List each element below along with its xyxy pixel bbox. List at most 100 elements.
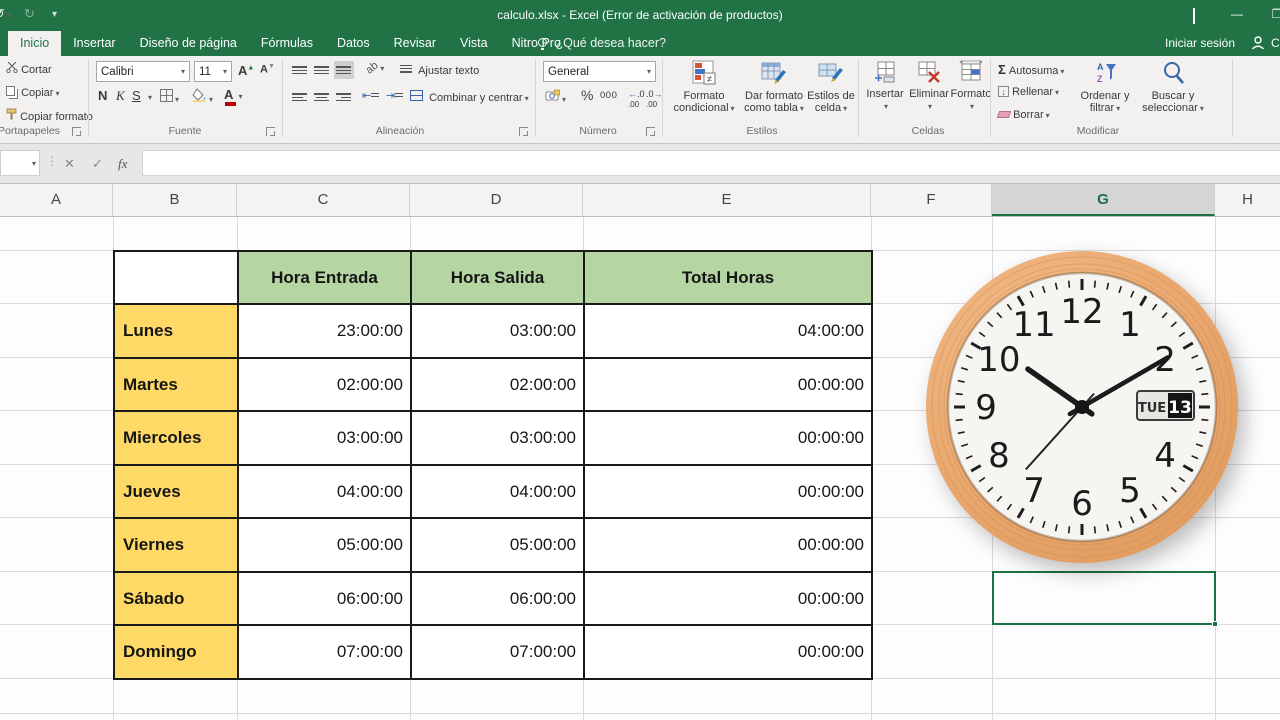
cell-hora-entrada[interactable]: 03:00:00 (239, 412, 412, 466)
align-left-button[interactable] (290, 88, 310, 106)
cell-total-horas[interactable]: 00:00:00 (585, 466, 873, 519)
format-cells-button[interactable]: Formato▾ (950, 60, 992, 113)
underline-button[interactable]: S (132, 88, 141, 103)
format-as-table-button[interactable]: Dar formato como tabla▾ (742, 60, 806, 115)
conditional-formatting-button[interactable]: ≠ Formato condicional▾ (668, 60, 740, 115)
comma-style-button[interactable]: 000 (600, 90, 617, 101)
align-middle-button[interactable] (312, 61, 332, 79)
insert-function-icon[interactable]: fx (118, 156, 127, 172)
column-header-D[interactable]: D (410, 184, 583, 216)
fill-handle[interactable] (1212, 621, 1218, 627)
cell-hora-entrada[interactable]: 23:00:00 (239, 305, 412, 359)
column-header-G[interactable]: G (992, 184, 1215, 216)
cell-total-horas[interactable]: 00:00:00 (585, 359, 873, 412)
autosum-button[interactable]: Σ Autosuma▾ (998, 62, 1064, 77)
share-button-partial[interactable]: C (1271, 36, 1280, 50)
cell-hora-salida[interactable]: 04:00:00 (412, 466, 585, 519)
cell-day[interactable]: Jueves (115, 466, 239, 519)
accounting-format-button[interactable]: ▾ (545, 89, 566, 105)
find-select-button[interactable]: Buscar y seleccionar▾ (1138, 60, 1208, 115)
cell-total-horas[interactable]: 00:00:00 (585, 573, 873, 626)
cell-total-horas[interactable]: 00:00:00 (585, 519, 873, 573)
table-header-hora-entrada[interactable]: Hora Entrada (239, 252, 412, 305)
italic-button[interactable]: K (116, 88, 125, 104)
table-corner-cell[interactable] (115, 252, 239, 305)
align-right-button[interactable] (334, 88, 354, 106)
cell-day[interactable]: Martes (115, 359, 239, 412)
number-format-select[interactable]: General▾ (543, 61, 656, 82)
percent-style-button[interactable]: % (581, 87, 593, 103)
selected-cell[interactable] (992, 571, 1216, 625)
maximize-icon[interactable]: ❐ (1268, 7, 1280, 21)
font-name-select[interactable]: Calibri▾ (96, 61, 190, 82)
cell-day[interactable]: Lunes (115, 305, 239, 359)
cell-hora-salida[interactable]: 05:00:00 (412, 519, 585, 573)
cell-hora-salida[interactable]: 03:00:00 (412, 305, 585, 359)
decrease-font-size-button[interactable]: A▼ (260, 63, 275, 76)
cell-hora-salida[interactable]: 06:00:00 (412, 573, 585, 626)
table-header-total-horas[interactable]: Total Horas (585, 252, 873, 305)
sign-in-button[interactable]: Iniciar sesión (1165, 36, 1235, 50)
account-person-icon[interactable] (1250, 35, 1266, 53)
cell-day[interactable]: Miercoles (115, 412, 239, 466)
cell-day[interactable]: Sábado (115, 573, 239, 626)
column-header-E[interactable]: E (583, 184, 871, 216)
ribbon-tab-inicio[interactable]: Inicio (8, 31, 61, 56)
fill-color-button[interactable]: ▾ (192, 88, 213, 105)
orientation-button[interactable]: ab▾ (366, 62, 384, 74)
ribbon-tab-datos[interactable]: Datos (325, 31, 382, 56)
clipboard-dialog-launcher-icon[interactable] (72, 127, 81, 136)
font-color-button[interactable]: A ▾ (224, 87, 242, 102)
increase-font-size-button[interactable]: A▲ (238, 63, 254, 78)
font-dialog-launcher-icon[interactable] (266, 127, 275, 136)
cell-hora-salida[interactable]: 07:00:00 (412, 626, 585, 680)
tell-me-search[interactable]: ¿Qué desea hacer? (538, 36, 666, 50)
ribbon-display-options-icon[interactable] (1185, 9, 1203, 23)
decrease-decimal-button[interactable]: .0→.00 (646, 89, 663, 109)
cancel-entry-icon[interactable]: ✕ (64, 156, 75, 172)
cell-hora-entrada[interactable]: 07:00:00 (239, 626, 412, 680)
cell-hora-entrada[interactable]: 05:00:00 (239, 519, 412, 573)
cell-total-horas[interactable]: 00:00:00 (585, 626, 873, 680)
cell-hora-salida[interactable]: 03:00:00 (412, 412, 585, 466)
decrease-indent-button[interactable]: ⇤ (362, 89, 379, 102)
cell-day[interactable]: Domingo (115, 626, 239, 680)
cell-styles-button[interactable]: Estilos de celda▾ (806, 60, 856, 115)
clear-button[interactable]: Borrar▾ (998, 109, 1050, 121)
ribbon-tab-vista[interactable]: Vista (448, 31, 500, 56)
column-header-A[interactable]: A (0, 184, 113, 216)
increase-decimal-button[interactable]: ←.0.00 (628, 89, 645, 109)
number-dialog-launcher-icon[interactable] (646, 127, 655, 136)
increase-indent-button[interactable]: ⇥ (386, 89, 403, 102)
column-header-C[interactable]: C (237, 184, 410, 216)
align-bottom-button[interactable] (334, 61, 354, 79)
underline-options-arrow-icon[interactable]: ▾ (148, 93, 152, 102)
ribbon-tab-insertar[interactable]: Insertar (61, 31, 127, 56)
column-header-B[interactable]: B (113, 184, 237, 216)
merge-center-button[interactable]: Combinar y centrar▾ (410, 90, 529, 104)
ribbon-tab-revisar[interactable]: Revisar (382, 31, 448, 56)
insert-cells-button[interactable]: Insertar▾ (864, 60, 906, 113)
cell-day[interactable]: Viernes (115, 519, 239, 573)
sort-filter-button[interactable]: A Z Ordenar y filtrar▾ (1074, 60, 1136, 115)
cell-hora-salida[interactable]: 02:00:00 (412, 359, 585, 412)
cell-hora-entrada[interactable]: 04:00:00 (239, 466, 412, 519)
wrap-text-button[interactable]: Ajustar texto (400, 63, 479, 77)
confirm-entry-icon[interactable]: ✓ (92, 156, 103, 172)
cell-hora-entrada[interactable]: 06:00:00 (239, 573, 412, 626)
font-size-select[interactable]: 11▾ (194, 61, 232, 82)
fill-button[interactable]: ↓ Rellenar▾ (998, 86, 1059, 98)
cell-total-horas[interactable]: 04:00:00 (585, 305, 873, 359)
minimize-icon[interactable]: — (1228, 7, 1246, 21)
name-box[interactable]: ▾ (0, 150, 40, 176)
align-top-button[interactable] (290, 61, 310, 79)
borders-button[interactable]: ▾ (160, 89, 179, 105)
delete-cells-button[interactable]: Eliminar▾ (908, 60, 950, 113)
formula-input[interactable] (142, 150, 1280, 176)
column-header-F[interactable]: F (871, 184, 992, 216)
column-header-H[interactable]: H (1215, 184, 1280, 216)
alignment-dialog-launcher-icon[interactable] (519, 127, 528, 136)
align-center-button[interactable] (312, 88, 332, 106)
ribbon-tab-f-rmulas[interactable]: Fórmulas (249, 31, 325, 56)
bold-button[interactable]: N (98, 88, 107, 103)
